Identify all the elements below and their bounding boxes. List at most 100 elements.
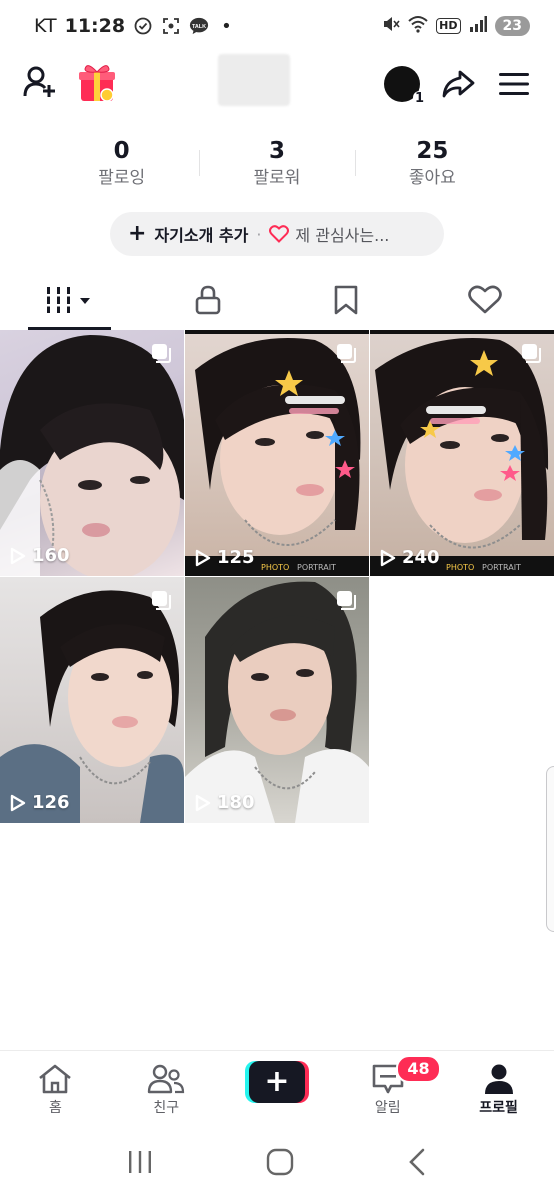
- video-tile[interactable]: PHOTO PORTRAIT 125: [185, 330, 369, 576]
- back-chevron-icon: [409, 1148, 425, 1176]
- nav-friends[interactable]: 친구: [111, 1051, 222, 1128]
- bio-separator: ·: [256, 224, 262, 244]
- add-user-icon: [23, 66, 55, 97]
- back-button[interactable]: [405, 1147, 429, 1181]
- view-count: 125: [195, 547, 255, 568]
- view-count: 180: [195, 792, 255, 813]
- view-count-value: 180: [217, 792, 255, 813]
- interests-label: 제 관심사는...: [295, 226, 390, 245]
- nav-home[interactable]: 홈: [0, 1051, 111, 1128]
- view-count-value: 240: [402, 547, 440, 568]
- nav-create[interactable]: +: [222, 1051, 333, 1128]
- play-icon: [10, 547, 26, 564]
- recents-icon: [129, 1151, 151, 1173]
- tab-saved[interactable]: [277, 270, 416, 330]
- status-bar: KT 11:28 TALK • HD 23: [0, 0, 554, 52]
- clock: 11:28: [64, 15, 126, 37]
- view-count-value: 125: [217, 547, 255, 568]
- profile-stats: 0 팔로잉 3 팔로워 25 좋아요: [44, 136, 510, 196]
- system-navigation-bar: [0, 1128, 554, 1200]
- multi-photo-icon: [150, 342, 172, 368]
- photo-mode-label: PHOTO: [446, 563, 475, 572]
- followers-label: 팔로워: [253, 168, 301, 188]
- signal-icon: [469, 15, 487, 37]
- gift-icon: [79, 65, 115, 102]
- play-icon: [195, 549, 211, 566]
- home-system-button[interactable]: [265, 1147, 295, 1181]
- nav-friends-label: 친구: [153, 1100, 180, 1116]
- nav-inbox[interactable]: 48 알림: [332, 1051, 443, 1128]
- followers-count: 3: [268, 138, 285, 164]
- shield-icon: [133, 16, 153, 36]
- followers-stat[interactable]: 3 팔로워: [199, 136, 354, 196]
- likes-count: 25: [416, 138, 449, 164]
- grid-videos-icon: [47, 287, 91, 313]
- avatar: 1: [384, 66, 426, 106]
- wifi-icon: [408, 15, 428, 38]
- view-count: 240: [380, 547, 440, 568]
- create-button[interactable]: +: [244, 1061, 309, 1103]
- menu-button[interactable]: [494, 64, 534, 104]
- portrait-mode-label: PORTRAIT: [482, 563, 521, 572]
- nav-profile[interactable]: 프로필: [443, 1051, 554, 1128]
- battery-indicator: 23: [494, 16, 530, 36]
- add-friend-button[interactable]: [20, 62, 60, 102]
- add-bio-button[interactable]: + 자기소개 추가 · 제 관심사는...: [110, 212, 444, 256]
- carrier-label: KT: [34, 15, 57, 37]
- profile-tabs: [0, 270, 554, 330]
- inbox-badge: 48: [396, 1055, 441, 1083]
- video-tile[interactable]: 126: [0, 577, 184, 823]
- likes-label: 좋아요: [408, 168, 456, 188]
- share-button[interactable]: [438, 64, 478, 104]
- recents-button[interactable]: [125, 1149, 155, 1179]
- talk-label: TALK: [192, 24, 206, 30]
- video-tile[interactable]: 180: [185, 577, 369, 823]
- account-switch-button[interactable]: 1: [380, 64, 426, 106]
- heart-icon: [467, 285, 502, 314]
- video-grid: 160 PHOTO PORTRAIT 125 PHOTO PORTRAIT 24…: [0, 330, 554, 823]
- nav-home-label: 홈: [48, 1100, 62, 1116]
- talk-icon: TALK: [189, 16, 209, 36]
- nav-profile-label: 프로필: [479, 1100, 518, 1116]
- plus-icon: +: [248, 1061, 305, 1103]
- lock-icon: [195, 285, 221, 315]
- tab-videos[interactable]: [0, 270, 139, 330]
- screenshot-icon: [161, 16, 181, 36]
- gift-button[interactable]: [76, 60, 118, 104]
- multi-photo-icon: [150, 589, 172, 615]
- likes-stat[interactable]: 25 좋아요: [354, 136, 510, 196]
- play-icon: [10, 794, 26, 811]
- multi-photo-icon: [520, 342, 542, 368]
- bottom-navigation: 홈 친구 + 48 알림 프로필: [0, 1050, 554, 1128]
- share-icon: [442, 70, 475, 98]
- scrollbar-handle[interactable]: [546, 766, 554, 932]
- profile-icon: [484, 1064, 513, 1094]
- heart-outline-icon: [269, 225, 290, 243]
- account-count-badge: 1: [412, 91, 426, 106]
- tab-liked[interactable]: [416, 270, 554, 330]
- multi-photo-icon: [335, 342, 357, 368]
- multi-photo-icon: [335, 589, 357, 615]
- following-count: 0: [113, 138, 130, 164]
- hamburger-menu-icon: [499, 73, 529, 95]
- nav-inbox-label: 알림: [374, 1100, 401, 1116]
- view-count-value: 126: [32, 792, 70, 813]
- view-count: 126: [10, 792, 70, 813]
- profile-header: 1: [0, 52, 554, 112]
- following-stat[interactable]: 0 팔로잉: [44, 136, 199, 196]
- portrait-mode-label: PORTRAIT: [297, 563, 336, 572]
- hd-icon: HD: [436, 18, 461, 34]
- bookmark-icon: [334, 285, 358, 315]
- play-icon: [195, 794, 211, 811]
- play-icon: [380, 549, 396, 566]
- video-tile[interactable]: PHOTO PORTRAIT 240: [370, 330, 554, 576]
- plus-icon: +: [128, 221, 147, 246]
- mute-icon: [382, 15, 400, 38]
- home-square-icon: [266, 1148, 294, 1176]
- video-tile[interactable]: 160: [0, 330, 184, 576]
- tab-private[interactable]: [139, 270, 278, 330]
- view-count: 160: [10, 545, 70, 566]
- photo-mode-label: PHOTO: [261, 563, 290, 572]
- home-icon: [39, 1064, 72, 1094]
- username-redacted: [218, 54, 290, 106]
